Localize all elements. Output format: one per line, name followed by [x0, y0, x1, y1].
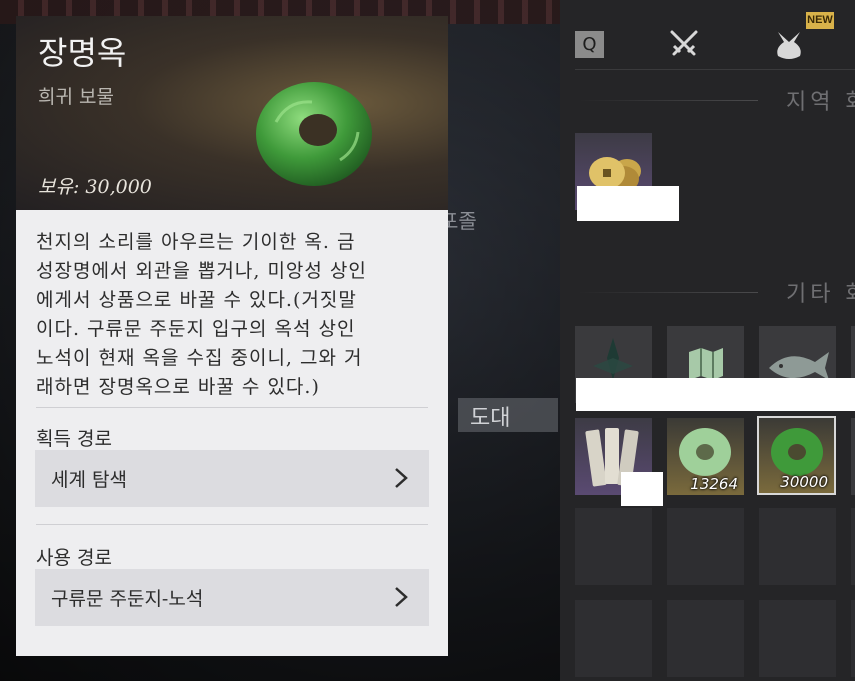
item-name: 장명옥: [38, 34, 127, 72]
item-grade: 희귀 보물: [38, 86, 114, 108]
use-path-label: 사용 경로: [36, 547, 112, 569]
description-line: 래하면 장명옥으로 바꿀 수 있다.): [36, 376, 320, 398]
divider: [36, 407, 428, 408]
section-divider: [578, 292, 758, 293]
description-line: 성장명에서 외관을 뽑거나, 미앙성 상인: [36, 260, 367, 282]
crossed-swords-icon[interactable]: [668, 28, 700, 60]
use-path-value: 구류문 주둔지-노석: [51, 588, 204, 610]
chevron-right-icon: [395, 587, 408, 607]
acquire-path-button[interactable]: 세계 탐색: [35, 450, 429, 507]
inventory-slot-empty[interactable]: [575, 600, 652, 677]
inventory-slot-partial[interactable]: [851, 418, 855, 495]
item-detail-header: 장명옥 희귀 보물 보유: 30,000: [16, 16, 448, 210]
inventory-slot-jade-selected[interactable]: 30000: [757, 416, 836, 495]
jade-disc-icon: [252, 76, 382, 191]
inventory-slot-empty[interactable]: [851, 600, 855, 677]
redaction: [621, 472, 663, 506]
tab-q-key[interactable]: Q: [575, 31, 604, 58]
acquire-path-value: 세계 탐색: [51, 469, 127, 491]
inventory-slot-empty[interactable]: [759, 508, 836, 585]
section-divider: [578, 100, 758, 101]
section-other-title: 기타 화: [786, 282, 855, 307]
inventory-slot-empty[interactable]: [667, 508, 744, 585]
item-detail-card: 장명옥 희귀 보물 보유: 30,000 천지의 소리를 아우르는 기이한 옥.…: [16, 16, 448, 656]
redaction: [576, 378, 855, 411]
background-npc-label-2: 도대: [458, 398, 558, 432]
inventory-slot-empty[interactable]: [575, 508, 652, 585]
inventory-slot-jade-pale[interactable]: 13264: [667, 418, 744, 495]
inventory-slot-empty[interactable]: [759, 600, 836, 677]
section-region-title: 지역 화: [786, 90, 855, 115]
new-badge: NEW: [806, 12, 834, 29]
chevron-right-icon: [395, 468, 408, 488]
inventory-slot-empty[interactable]: [667, 600, 744, 677]
description-line: 노석이 현재 옥을 수집 중이니, 그와 거: [36, 347, 363, 369]
redaction: [577, 186, 679, 221]
item-count: 30000: [780, 473, 828, 491]
divider: [36, 524, 428, 525]
item-owned-count: 보유: 30,000: [38, 176, 152, 198]
item-description: 천지의 소리를 아우르는 기이한 옥. 금 성장명에서 외관을 뽑거나, 미앙성…: [36, 228, 436, 402]
inventory-slot-empty[interactable]: [851, 508, 855, 585]
pouch-icon[interactable]: [772, 28, 806, 62]
use-path-button[interactable]: 구류문 주둔지-노석: [35, 569, 429, 626]
description-line: 에게서 상품으로 바꿀 수 있다.(거짓말: [36, 289, 357, 311]
description-line: 천지의 소리를 아우르는 기이한 옥. 금: [36, 231, 356, 253]
item-count: 13264: [690, 475, 738, 493]
inventory-tab-bar: [575, 26, 855, 70]
acquire-path-label: 획득 경로: [36, 428, 112, 450]
description-line: 이다. 구류문 주둔지 입구의 옥석 상인: [36, 318, 356, 340]
